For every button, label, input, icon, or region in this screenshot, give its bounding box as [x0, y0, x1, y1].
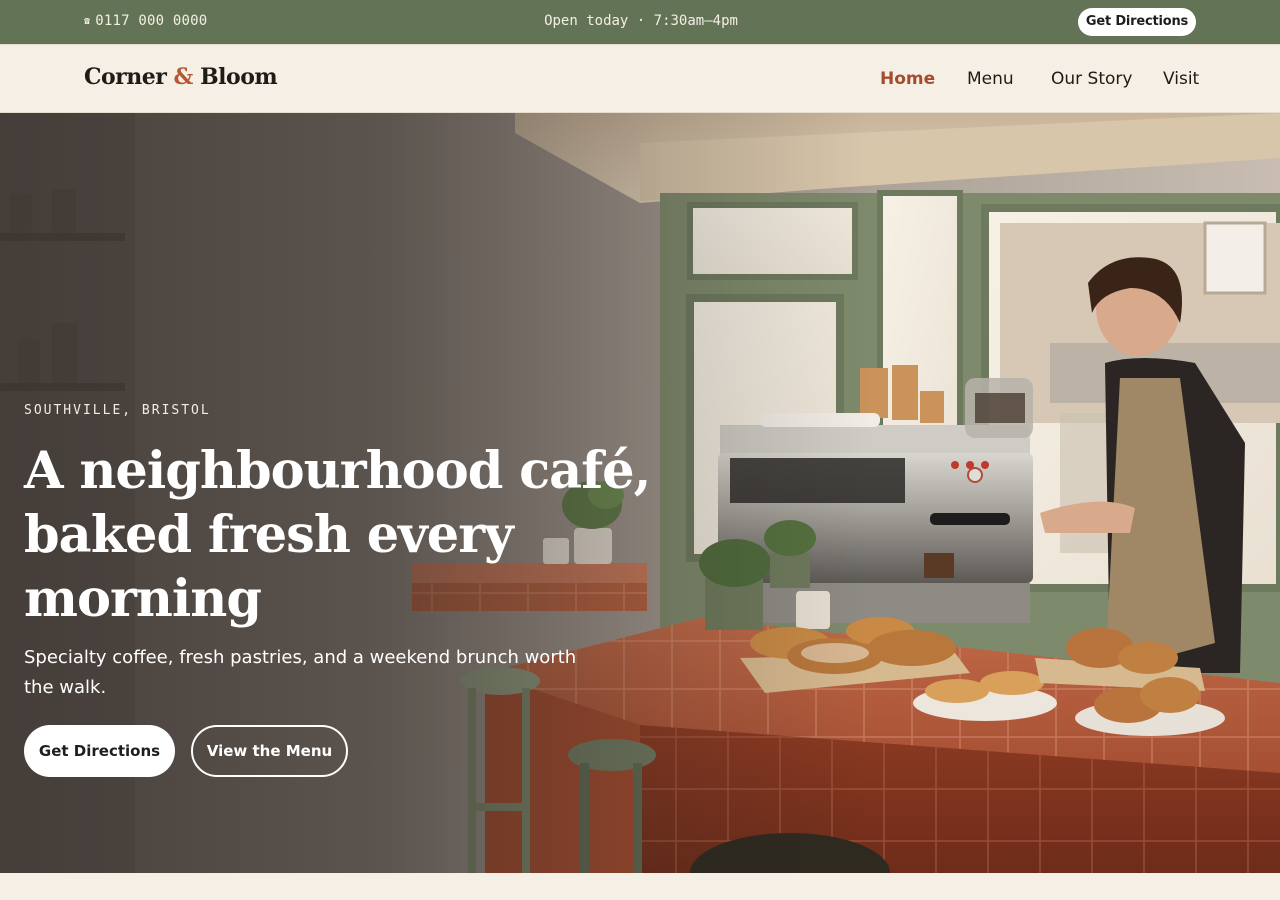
site-header: Corner & Bloom Home Menu Our Story Visit	[0, 44, 1280, 113]
logo-ampersand: &	[173, 64, 194, 90]
logo-text-corner: Corner	[84, 64, 174, 90]
hero-location-eyebrow: SOUTHVILLE, BRISTOL	[24, 403, 211, 418]
hero-subtitle: Specialty coffee, fresh pastries, and a …	[24, 647, 577, 698]
nav-our-story[interactable]: Our Story	[1051, 69, 1132, 89]
next-section-peek	[0, 873, 1280, 900]
nav-menu[interactable]: Menu	[967, 69, 1014, 89]
nav-visit[interactable]: Visit	[1163, 69, 1199, 89]
site-logo[interactable]: Corner & Bloom	[84, 64, 278, 90]
hero-get-directions-button[interactable]: Get Directions	[24, 725, 175, 777]
top-utility-bar: ☎ 0117 000 0000 Open today · 7:30am–4pm G…	[0, 0, 1280, 44]
nav-home[interactable]: Home	[880, 69, 935, 89]
logo-text-bloom: Bloom	[192, 64, 278, 90]
hero-headline: A neighbourhood café, baked fresh every …	[24, 441, 651, 629]
hero-view-menu-button[interactable]: View the Menu	[191, 725, 348, 777]
hero-section: SOUTHVILLE, BRISTOL A neighbourhood café…	[0, 113, 1280, 873]
topbar-get-directions-button[interactable]: Get Directions	[1078, 8, 1196, 36]
